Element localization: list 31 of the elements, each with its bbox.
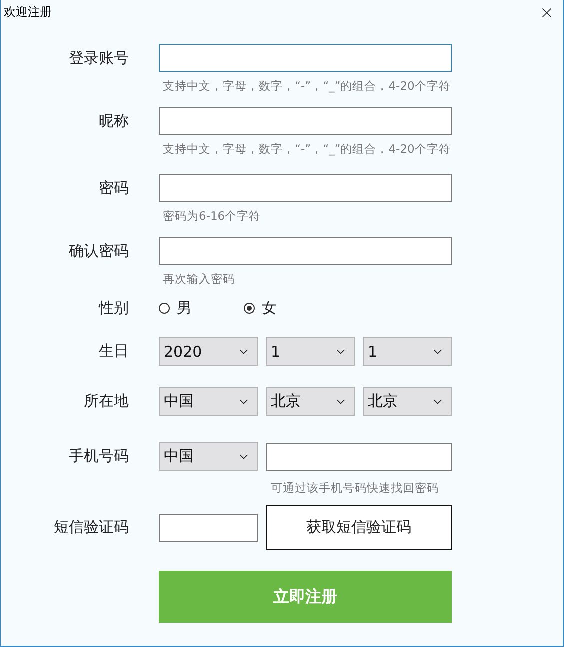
radio-option[interactable]: 女: [244, 298, 329, 318]
text-input[interactable]: [266, 442, 452, 470]
field-label: 手机号码: [68, 447, 129, 466]
field-label: 生日: [98, 342, 129, 361]
hint-text: 支持中文，字母，数字，“-”，“_”的组合，4-20个字符: [163, 141, 452, 157]
field-label: 确认密码: [68, 242, 129, 260]
hint-text: 再次输入密码: [163, 271, 236, 287]
field-label: 昵称: [98, 112, 129, 130]
dropdown[interactable]: 中国: [159, 442, 258, 471]
text-input[interactable]: [159, 514, 258, 542]
dropdown[interactable]: 1: [363, 337, 452, 366]
hint-text: 密码为6-16个字符: [163, 208, 262, 224]
text-input[interactable]: [159, 44, 452, 72]
window-title: 欢迎注册: [4, 4, 52, 21]
radio-option[interactable]: 男: [159, 298, 244, 318]
text-input[interactable]: [159, 107, 452, 135]
hint-text: 支持中文，字母，数字，“-”，“_”的组合，4-20个字符: [163, 78, 452, 94]
dropdown[interactable]: 2020: [159, 337, 258, 366]
hint-text: 可通过该手机号码快速找回密码: [271, 480, 440, 496]
get-code-button[interactable]: 获取短信验证码: [266, 505, 452, 550]
dropdown[interactable]: 北京: [266, 387, 355, 416]
dropdown[interactable]: 1: [266, 337, 355, 366]
field-label: 密码: [98, 178, 129, 198]
field-label: 性别: [98, 298, 129, 318]
dropdown[interactable]: 中国: [159, 387, 258, 416]
text-input[interactable]: [159, 237, 452, 265]
dropdown[interactable]: 北京: [363, 387, 452, 416]
text-input[interactable]: [159, 174, 452, 202]
field-label: 登录账号: [68, 48, 129, 68]
field-label: 短信验证码: [53, 518, 129, 537]
field-label: 所在地: [83, 392, 129, 411]
